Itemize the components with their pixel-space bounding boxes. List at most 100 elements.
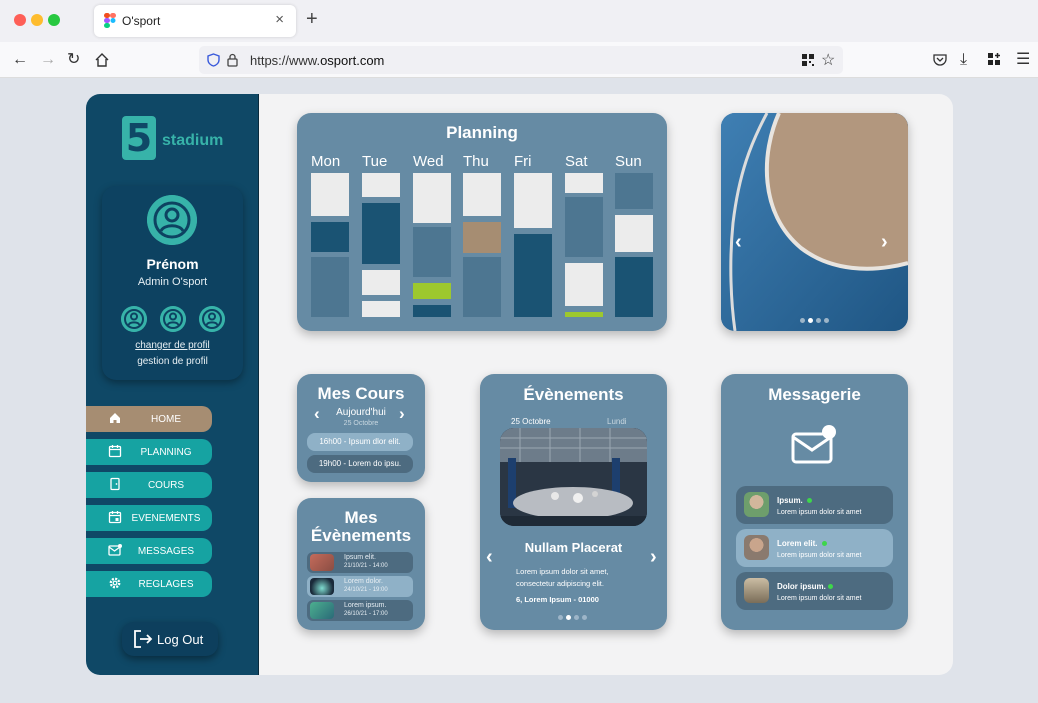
- mail-notification-icon: [791, 425, 836, 464]
- download-icon[interactable]: ⤓: [960, 50, 967, 70]
- carousel-dot[interactable]: [582, 615, 587, 620]
- my-event-row[interactable]: Lorem ipsum. 26/10/21 - 17:00: [307, 600, 413, 621]
- planning-slot[interactable]: [615, 257, 653, 317]
- planning-slot[interactable]: [413, 305, 451, 317]
- mail-icon: [108, 544, 122, 556]
- planning-slot[interactable]: [413, 173, 451, 223]
- user-avatar-icon[interactable]: [121, 306, 147, 332]
- logout-label: Log Out: [157, 632, 204, 647]
- day-label: Tue: [362, 153, 388, 170]
- planning-slot[interactable]: [311, 257, 349, 317]
- contact-name: Lorem elit.: [777, 539, 818, 548]
- course-item[interactable]: 19h00 - Lorem do ipsu.: [307, 455, 413, 473]
- pocket-icon[interactable]: [933, 54, 947, 66]
- planning-slot[interactable]: [362, 203, 400, 264]
- planning-slot[interactable]: [565, 263, 603, 306]
- new-tab-icon[interactable]: +: [306, 8, 318, 31]
- planning-slot[interactable]: [565, 312, 603, 317]
- menu-item-evenements[interactable]: EVENEMENTS: [86, 505, 212, 531]
- my-events-title: Mes Évènements: [310, 508, 412, 545]
- carousel-dot[interactable]: [824, 318, 829, 323]
- planning-slot[interactable]: [463, 173, 501, 216]
- planning-slot[interactable]: [615, 215, 653, 252]
- planning-slot[interactable]: [413, 227, 451, 277]
- user-avatar-icon: [147, 195, 197, 245]
- contact-avatar: [744, 578, 769, 603]
- logout-icon: [134, 630, 153, 648]
- close-window-button[interactable]: [14, 14, 26, 26]
- menu-item-cours[interactable]: COURS: [86, 472, 212, 498]
- url-bar[interactable]: https://www.osport.com ☆: [199, 46, 843, 74]
- carousel-dot[interactable]: [808, 318, 813, 323]
- manage-profile-link[interactable]: gestion de profil: [102, 356, 243, 367]
- contact-avatar: [744, 535, 769, 560]
- bookmark-star-icon[interactable]: ☆: [821, 50, 835, 70]
- message-row[interactable]: Ipsum. Lorem ipsum dolor sit amet: [736, 486, 893, 524]
- planning-slot[interactable]: [362, 301, 400, 317]
- menu-item-home[interactable]: HOME: [86, 406, 212, 432]
- planning-slot[interactable]: [565, 197, 603, 257]
- chevron-left-icon[interactable]: ‹: [735, 231, 742, 254]
- courses-date: 25 Octobre: [343, 420, 379, 427]
- home-browser-icon[interactable]: [95, 53, 109, 67]
- message-row[interactable]: Dolor ipsum. Lorem ipsum dolor sit amet: [736, 572, 893, 610]
- event-date: 21/10/21 - 14:00: [344, 563, 388, 569]
- planning-slot[interactable]: [362, 173, 400, 197]
- user-avatar-icon[interactable]: [199, 306, 225, 332]
- planning-slot[interactable]: [413, 283, 451, 299]
- event-location: 6, Lorem Ipsum - 01000: [516, 595, 599, 604]
- carousel-dot[interactable]: [800, 318, 805, 323]
- extensions-icon[interactable]: [988, 53, 1001, 66]
- close-tab-icon[interactable]: ×: [275, 11, 284, 28]
- logout-button[interactable]: Log Out: [122, 622, 218, 656]
- planning-slot[interactable]: [565, 173, 603, 193]
- logo-mark[interactable]: 5: [122, 116, 156, 160]
- menu-item-planning[interactable]: PLANNING: [86, 439, 212, 465]
- menu-icon[interactable]: ☰: [1016, 50, 1030, 70]
- my-event-row[interactable]: Lorem dolor. 24/10/21 - 19:00: [307, 576, 413, 597]
- photo-carousel[interactable]: ‹ ›: [721, 113, 908, 331]
- message-preview: Lorem ipsum dolor sit amet: [777, 509, 862, 516]
- planning-slot[interactable]: [311, 222, 349, 252]
- planning-slot[interactable]: [463, 222, 501, 253]
- qr-code-icon[interactable]: [802, 54, 814, 66]
- my-event-row[interactable]: Ipsum elit. 21/10/21 - 14:00: [307, 552, 413, 573]
- carousel-dot[interactable]: [566, 615, 571, 620]
- chevron-right-icon[interactable]: ›: [399, 404, 405, 424]
- carousel-dot[interactable]: [816, 318, 821, 323]
- my-events-card[interactable]: Mes Évènements Ipsum elit. 21/10/21 - 14…: [297, 498, 425, 630]
- chevron-right-icon[interactable]: ›: [881, 231, 888, 254]
- planning-slot[interactable]: [362, 270, 400, 295]
- planning-slot[interactable]: [615, 173, 653, 209]
- menu-item-reglages[interactable]: REGLAGES: [86, 571, 212, 597]
- change-profile-link[interactable]: changer de profil: [102, 340, 243, 351]
- messages-card[interactable]: Messagerie Ipsum. Lorem ipsum dolor sit …: [721, 374, 908, 630]
- events-card[interactable]: Évènements 25 Octobre Lundi ‹ › Nullam P…: [480, 374, 667, 630]
- message-row[interactable]: Lorem elit. Lorem ipsum dolor sit amet: [736, 529, 893, 567]
- browser-tab[interactable]: O'sport ×: [94, 5, 296, 37]
- planning-slot[interactable]: [514, 173, 552, 228]
- planning-slot[interactable]: [514, 234, 552, 317]
- carousel-dot[interactable]: [574, 615, 579, 620]
- course-item[interactable]: 16h00 - Ipsum dlor elit.: [307, 433, 413, 451]
- back-icon[interactable]: ←: [12, 50, 28, 70]
- courses-card[interactable]: Mes Cours ‹ Aujourd'hui 25 Octobre › 16h…: [297, 374, 425, 482]
- event-title: Ipsum elit.: [344, 554, 376, 561]
- day-label: Mon: [311, 153, 341, 170]
- carousel-dot[interactable]: [558, 615, 563, 620]
- planning-slot[interactable]: [311, 173, 349, 216]
- online-indicator: [828, 584, 833, 589]
- zoom-window-button[interactable]: [48, 14, 60, 26]
- day-label: Fri: [514, 153, 532, 170]
- door-icon: [110, 477, 120, 491]
- minimize-window-button[interactable]: [31, 14, 43, 26]
- planning-slot[interactable]: [463, 257, 501, 317]
- planning-card[interactable]: Planning Mon Tue Wed Thu Fri Sat Sun: [297, 113, 667, 331]
- forward-icon[interactable]: →: [40, 50, 56, 70]
- menu-item-messages[interactable]: MESSAGES: [86, 538, 212, 564]
- browser-nav-bar: ← → ↻ https://www.osport.com ☆ ⤓ ☰: [0, 42, 1038, 78]
- event-thumbnail: [310, 554, 334, 571]
- user-avatar-icon[interactable]: [160, 306, 186, 332]
- logo-text[interactable]: stadium: [162, 132, 223, 150]
- reload-icon[interactable]: ↻: [67, 50, 80, 70]
